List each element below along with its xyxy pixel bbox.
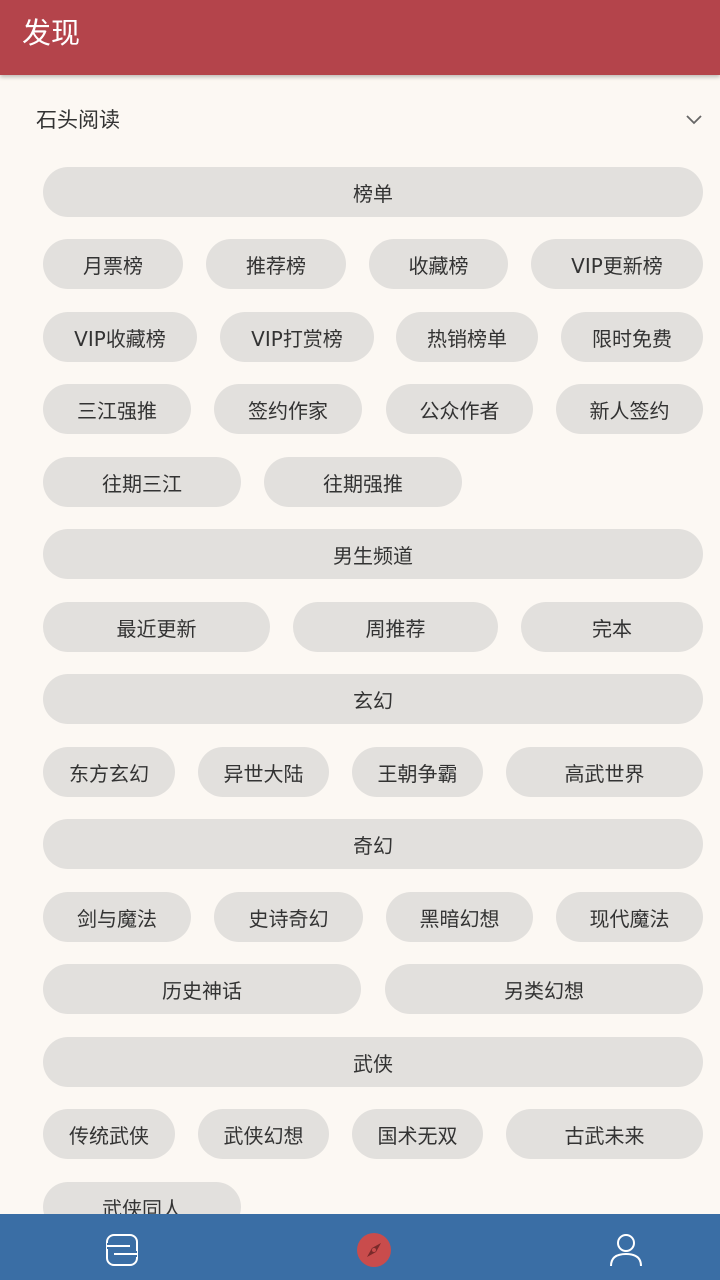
category-chip[interactable]: 历史神话 — [43, 964, 361, 1014]
category-chip[interactable]: 黑暗幻想 — [386, 892, 533, 942]
category-chip[interactable]: 限时免费 — [561, 312, 703, 362]
category-chip[interactable]: 最近更新 — [43, 602, 270, 652]
source-selector[interactable]: 石头阅读 — [0, 90, 720, 150]
category-chip[interactable]: 往期三江 — [43, 457, 241, 507]
category-chip[interactable]: 现代魔法 — [556, 892, 703, 942]
section-header-chip[interactable]: 奇幻 — [43, 819, 703, 869]
compass-icon[interactable] — [354, 1230, 394, 1270]
chevron-down-icon — [686, 115, 702, 125]
category-chip[interactable]: VIP收藏榜 — [43, 312, 197, 362]
category-chip[interactable]: 王朝争霸 — [352, 747, 483, 797]
category-chip[interactable]: 异世大陆 — [198, 747, 329, 797]
category-chip[interactable]: VIP更新榜 — [531, 239, 703, 289]
category-chip[interactable]: 国术无双 — [352, 1109, 483, 1159]
category-chip[interactable]: 新人签约 — [556, 384, 703, 434]
bottom-nav — [0, 1214, 720, 1280]
category-chip[interactable]: 公众作者 — [386, 384, 533, 434]
person-icon[interactable] — [606, 1230, 646, 1270]
category-chip[interactable]: 签约作家 — [214, 384, 362, 434]
category-chip[interactable]: 高武世界 — [506, 747, 703, 797]
category-chip[interactable]: 收藏榜 — [369, 239, 508, 289]
category-chip[interactable]: VIP打赏榜 — [220, 312, 374, 362]
app-bar: 发现 — [0, 0, 720, 75]
section-header-chip[interactable]: 武侠 — [43, 1037, 703, 1087]
category-chip[interactable]: 往期强推 — [264, 457, 462, 507]
category-chip[interactable]: 史诗奇幻 — [214, 892, 363, 942]
discover-content[interactable]: 石头阅读 榜单月票榜 推荐榜 收藏榜 VIP更新榜 VIP收藏榜 VIP打赏榜 热销榜单 限时… — [0, 0, 720, 1214]
category-chip[interactable]: 周推荐 — [293, 602, 498, 652]
bookshelf-icon[interactable] — [102, 1230, 142, 1270]
section-header-chip[interactable]: 玄幻 — [43, 674, 703, 724]
category-chip[interactable]: 完本 — [521, 602, 703, 652]
section-header-chip[interactable]: 榜单 — [43, 167, 703, 217]
page-title: 发现 — [22, 16, 81, 50]
category-chip[interactable]: 推荐榜 — [206, 239, 346, 289]
category-chip[interactable]: 东方玄幻 — [43, 747, 175, 797]
category-chip[interactable]: 武侠幻想 — [198, 1109, 329, 1159]
section-header-chip[interactable]: 男生频道 — [43, 529, 703, 579]
category-chip[interactable]: 剑与魔法 — [43, 892, 191, 942]
category-chip[interactable]: 热销榜单 — [396, 312, 538, 362]
category-chip[interactable]: 武侠同人 — [43, 1182, 241, 1214]
category-chip[interactable]: 另类幻想 — [385, 964, 703, 1014]
category-chip[interactable]: 月票榜 — [43, 239, 183, 289]
source-selector-label: 石头阅读 — [36, 108, 120, 132]
category-chip[interactable]: 古武未来 — [506, 1109, 703, 1159]
category-chip[interactable]: 传统武侠 — [43, 1109, 175, 1159]
category-chip[interactable]: 三江强推 — [43, 384, 191, 434]
